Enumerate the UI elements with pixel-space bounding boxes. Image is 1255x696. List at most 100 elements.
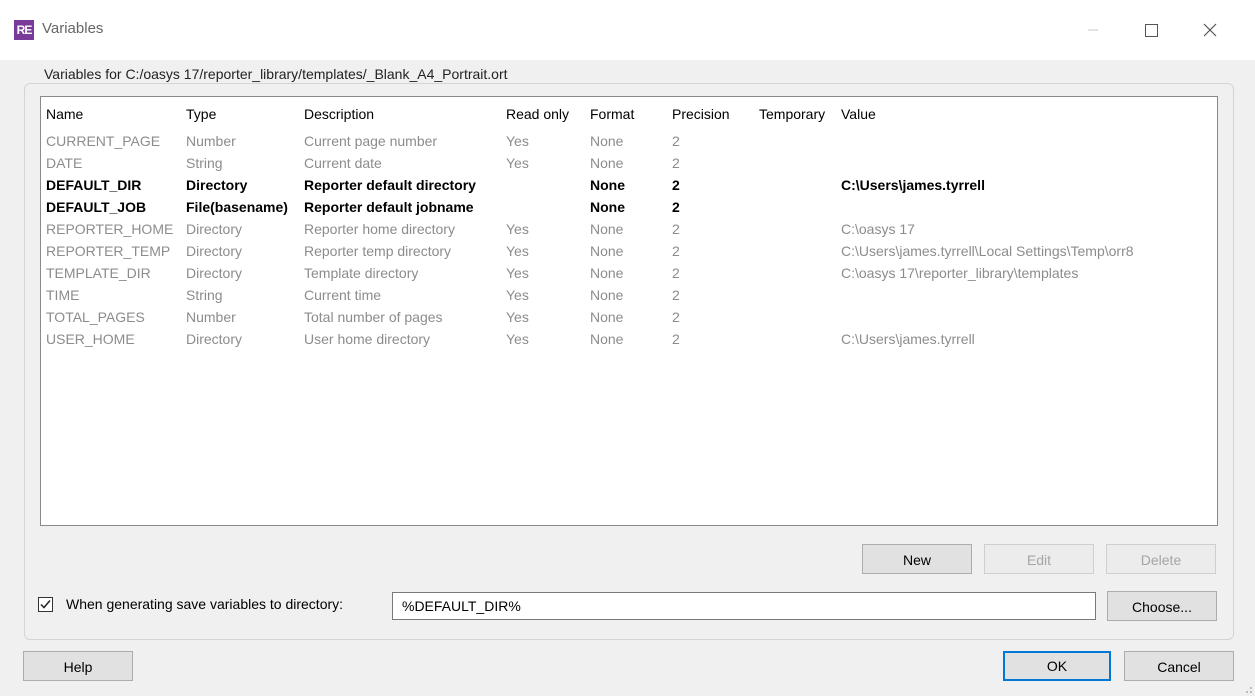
cell-type: Directory [186,331,243,347]
table-row[interactable]: REPORTER_HOME Directory Reporter home di… [41,218,1217,240]
table-row[interactable]: TOTAL_PAGES Number Total number of pages… [41,306,1217,328]
cancel-button[interactable]: Cancel [1124,651,1234,681]
cell-format: None [590,177,625,193]
table-row[interactable]: DEFAULT_DIR Directory Reporter default d… [41,174,1217,196]
close-icon [1203,23,1217,37]
cell-type: String [186,287,223,303]
edit-button[interactable]: Edit [984,544,1094,574]
cell-name: TOTAL_PAGES [46,309,145,325]
cell-type: Directory [186,177,248,193]
cell-description: Current page number [304,133,438,149]
cell-name: REPORTER_TEMP [46,243,171,259]
close-button[interactable] [1186,14,1232,46]
cell-description: Reporter default directory [304,177,476,193]
minimize-button[interactable] [1070,14,1116,46]
cell-precision: 2 [672,199,680,215]
delete-button[interactable]: Delete [1106,544,1216,574]
variables-table[interactable]: Name Type Description Read only Format P… [40,96,1218,526]
cell-precision: 2 [672,133,680,149]
table-row[interactable]: REPORTER_TEMP Directory Reporter temp di… [41,240,1217,262]
column-header-temporary[interactable]: Temporary [759,103,825,125]
cell-name: DEFAULT_JOB [46,199,147,215]
cell-description: Reporter default jobname [304,199,474,215]
cell-format: None [590,199,625,215]
cell-format: None [590,331,624,347]
save-variables-checkbox[interactable] [38,597,53,612]
table-row[interactable]: USER_HOME Directory User home directory … [41,328,1217,350]
cell-type: Directory [186,221,243,237]
cell-precision: 2 [672,177,680,193]
cell-read-only: Yes [506,155,529,171]
cell-format: None [590,309,624,325]
cell-value: C:\oasys 17\reporter_library\templates [841,265,1079,281]
cell-description: Reporter temp directory [304,243,452,259]
column-header-precision[interactable]: Precision [672,103,730,125]
cell-read-only: Yes [506,133,529,149]
title-bar: RE Variables [0,0,1255,60]
table-row[interactable]: TIME String Current time Yes None 2 [41,284,1217,306]
table-row[interactable]: TEMPLATE_DIR Directory Template director… [41,262,1217,284]
app-logo-icon: RE [14,20,34,40]
cell-name: TIME [46,287,80,303]
cell-precision: 2 [672,155,680,171]
maximize-button[interactable] [1128,14,1174,46]
choose-button[interactable]: Choose... [1107,591,1217,621]
table-header: Name Type Description Read only Format P… [41,103,1217,125]
cell-read-only: Yes [506,221,529,237]
cell-type: String [186,155,223,171]
cell-format: None [590,287,624,303]
cell-name: USER_HOME [46,331,135,347]
cell-type: Number [186,133,236,149]
save-directory-input[interactable]: %DEFAULT_DIR% [392,592,1096,620]
save-variables-label[interactable]: When generating save variables to direct… [66,596,343,612]
cell-precision: 2 [672,243,680,259]
cell-read-only: Yes [506,287,529,303]
cell-precision: 2 [672,331,680,347]
cell-format: None [590,243,624,259]
table-row[interactable]: DATE String Current date Yes None 2 [41,152,1217,174]
maximize-icon [1145,24,1158,37]
column-header-value[interactable]: Value [841,103,876,125]
cell-name: REPORTER_HOME [46,221,174,237]
cell-value: C:\oasys 17 [841,221,915,237]
cell-format: None [590,155,624,171]
table-row[interactable]: DEFAULT_JOB File(basename) Reporter defa… [41,196,1217,218]
cell-precision: 2 [672,265,680,281]
cell-format: None [590,133,624,149]
cell-value: C:\Users\james.tyrrell [841,177,985,193]
cell-value: C:\Users\james.tyrrell\Local Settings\Te… [841,243,1134,259]
column-header-type[interactable]: Type [186,103,216,125]
cell-type: Directory [186,265,243,281]
help-button[interactable]: Help [23,651,133,681]
cell-read-only: Yes [506,309,529,325]
cell-precision: 2 [672,309,680,325]
cell-read-only: Yes [506,265,529,281]
cell-read-only: Yes [506,243,529,259]
minimize-icon [1088,29,1098,31]
cell-type: Number [186,309,236,325]
column-header-description[interactable]: Description [304,103,374,125]
cell-description: Reporter home directory [304,221,455,237]
cell-description: User home directory [304,331,431,347]
cell-type: Directory [186,243,243,259]
cell-description: Current date [304,155,382,171]
cell-precision: 2 [672,221,680,237]
column-header-read-only[interactable]: Read only [506,103,569,125]
resize-grip-icon[interactable] [1241,682,1253,694]
table-row[interactable]: CURRENT_PAGE Number Current page number … [41,130,1217,152]
cell-description: Current time [304,287,382,303]
cell-description: Total number of pages [304,309,443,325]
group-label: Variables for C:/oasys 17/reporter_libra… [40,66,512,82]
new-button[interactable]: New [862,544,972,574]
column-header-format[interactable]: Format [590,103,634,125]
column-header-name[interactable]: Name [46,103,83,125]
cell-type: File(basename) [186,199,288,215]
window-title: Variables [42,20,104,37]
cell-name: CURRENT_PAGE [46,133,161,149]
cell-format: None [590,265,624,281]
cell-read-only: Yes [506,331,529,347]
cell-name: TEMPLATE_DIR [46,265,151,281]
ok-button[interactable]: OK [1003,651,1111,681]
cell-value: C:\Users\james.tyrrell [841,331,975,347]
cell-description: Template directory [304,265,419,281]
